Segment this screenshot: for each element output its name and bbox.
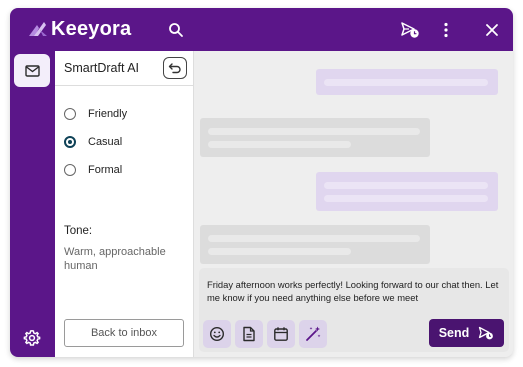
app-name: Keeyora — [51, 17, 132, 40]
app-header: Keeyora — [10, 8, 513, 51]
app-window: Keeyora SmartDraft AI Friendly Casual Fo… — [10, 8, 513, 357]
tone-option-friendly[interactable]: Friendly — [64, 108, 127, 120]
compose-box[interactable]: Friday afternoon works perfectly! Lookin… — [199, 268, 509, 352]
message-bubble-outgoing — [316, 172, 498, 211]
option-label: Friendly — [88, 108, 128, 120]
message-placeholder-line — [208, 141, 351, 148]
emoji-button[interactable] — [203, 320, 231, 348]
back-to-inbox-button[interactable]: Back to inbox — [64, 319, 184, 347]
document-icon — [243, 326, 255, 342]
message-placeholder-line — [208, 128, 420, 135]
gear-icon[interactable] — [23, 329, 41, 347]
attach-document-button[interactable] — [235, 320, 263, 348]
radio-formal[interactable] — [64, 164, 76, 176]
close-icon[interactable] — [481, 19, 503, 41]
ai-rewrite-button[interactable] — [299, 320, 327, 348]
message-placeholder-line — [324, 195, 488, 202]
send-label: Send — [438, 326, 470, 340]
conversation-area: Friday afternoon works perfectly! Lookin… — [195, 51, 513, 357]
option-label: Casual — [88, 136, 123, 148]
schedule-button[interactable] — [267, 320, 295, 348]
message-placeholder-line — [324, 79, 488, 86]
mail-icon — [24, 64, 40, 77]
message-placeholder-line — [208, 235, 420, 242]
send-scheduled-icon[interactable] — [399, 19, 421, 41]
more-vertical-icon[interactable] — [435, 19, 457, 41]
keeyora-logo-icon — [29, 22, 47, 36]
mail-button[interactable] — [14, 54, 50, 87]
panel-title: SmartDraft AI — [64, 61, 140, 75]
calendar-icon — [274, 327, 288, 341]
smartdraft-panel: SmartDraft AI Friendly Casual Formal Ton… — [55, 51, 194, 357]
undo-icon — [168, 63, 181, 74]
message-bubble-outgoing — [316, 69, 498, 95]
radio-friendly[interactable] — [64, 108, 76, 120]
message-bubble-incoming — [200, 118, 430, 157]
draft-message-text[interactable]: Friday afternoon works perfectly! Lookin… — [207, 278, 503, 304]
tone-option-formal[interactable]: Formal — [64, 164, 122, 176]
tone-heading: Tone: — [64, 225, 93, 237]
tone-description: Warm, approachable human — [64, 246, 166, 272]
message-placeholder-line — [324, 182, 488, 189]
message-placeholder-line — [208, 248, 351, 255]
search-icon[interactable] — [165, 19, 187, 41]
undo-button[interactable] — [163, 57, 187, 79]
emoji-icon — [209, 326, 225, 342]
send-button[interactable]: Send — [429, 319, 504, 347]
send-scheduled-icon — [479, 326, 494, 340]
radio-casual[interactable] — [64, 136, 76, 148]
tone-option-casual[interactable]: Casual — [64, 136, 122, 148]
magic-wand-icon — [306, 326, 321, 341]
app-logo: Keeyora — [26, 17, 131, 41]
left-rail — [10, 51, 55, 357]
option-label: Formal — [88, 164, 123, 176]
message-bubble-incoming — [200, 225, 430, 264]
